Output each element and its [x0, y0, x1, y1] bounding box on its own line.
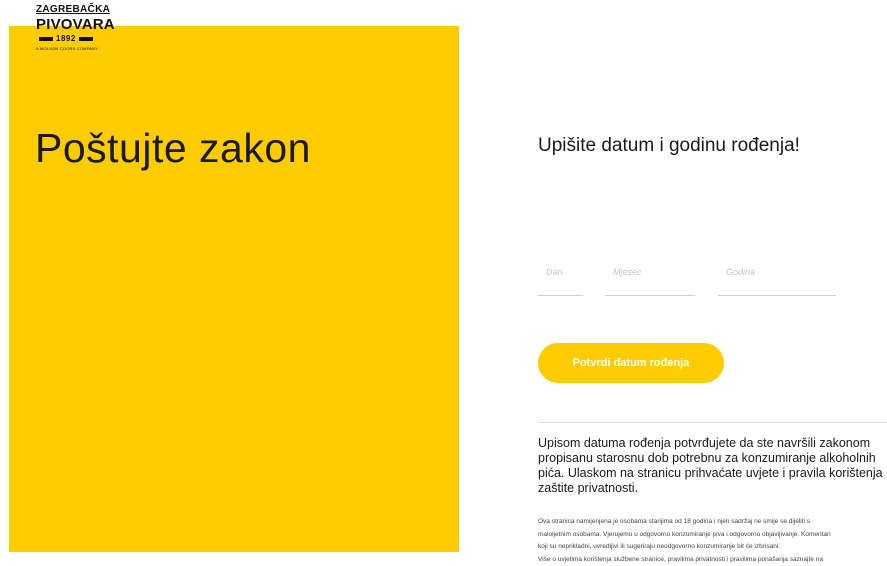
form-heading: Upišite datum i godinu rođenja!: [538, 135, 800, 157]
logo-year: 1892: [36, 34, 96, 43]
disclaimer-line: Ova stranica namijenjena je osobama star…: [538, 516, 887, 529]
year-input[interactable]: [718, 255, 836, 277]
day-input[interactable]: [538, 255, 583, 277]
logo-year-text: 1892: [56, 34, 76, 43]
disclaimer-text: Ova stranica namijenjena je osobama star…: [538, 516, 887, 566]
logo-line-1: ZAGREBAČKA: [36, 4, 110, 15]
hero-title: Poštujte zakon: [35, 125, 311, 172]
divider: [538, 422, 887, 423]
brand-logo[interactable]: ZAGREBAČKA PIVOVARA 1892 A MOLSON COORS …: [36, 4, 116, 74]
year-field[interactable]: [718, 255, 836, 296]
disclaimer-line: maloljetnim osobama. Vjerujemo u odgovor…: [538, 529, 887, 542]
confirm-birthdate-button[interactable]: Potvrdi datum rođenja: [538, 343, 724, 383]
age-consent-text: Upisom datuma rođenja potvrđujete da ste…: [538, 436, 887, 496]
logo-tagline: A MOLSON COORS COMPANY: [36, 46, 98, 51]
month-input[interactable]: [605, 255, 695, 277]
logo-line-2: PIVOVARA: [36, 17, 115, 33]
month-field[interactable]: [605, 255, 695, 296]
disclaimer-line: Više o uvjetima korištenja službene stra…: [538, 554, 887, 566]
day-field[interactable]: [538, 255, 583, 296]
hero-panel: [9, 26, 459, 552]
